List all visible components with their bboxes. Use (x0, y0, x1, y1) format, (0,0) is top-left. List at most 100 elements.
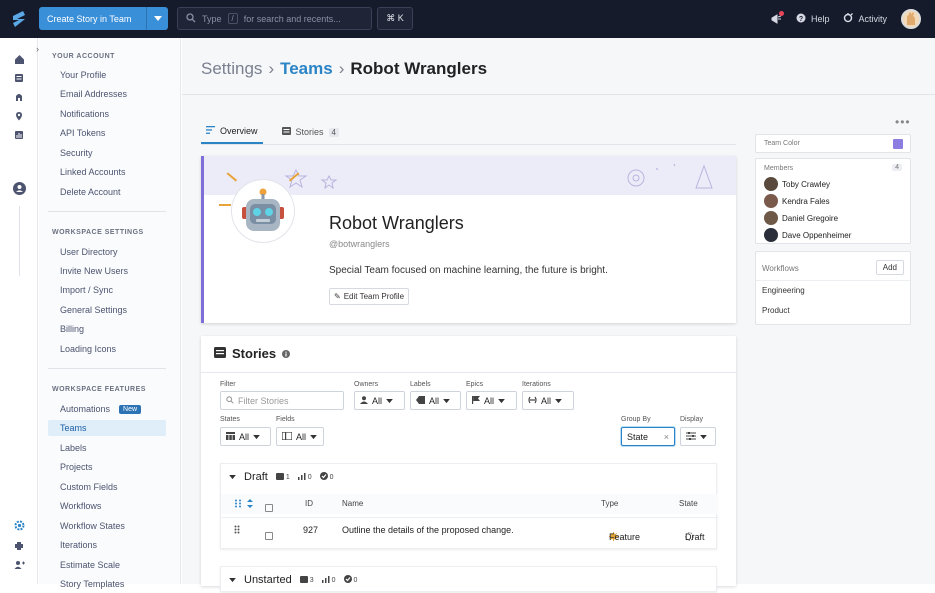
epics-icon[interactable] (13, 91, 25, 103)
owners-dropdown[interactable]: All (354, 391, 405, 410)
sidebar-item-custom-fields[interactable]: Custom Fields (48, 479, 166, 495)
story-count: 1 (275, 472, 290, 482)
help-button[interactable]: ? Help (796, 13, 829, 25)
reports-icon[interactable] (13, 129, 25, 141)
shortcut-logo-icon[interactable] (8, 8, 30, 30)
user-avatar[interactable] (901, 9, 921, 29)
invite-user-icon[interactable] (13, 559, 25, 571)
chevron-down-icon (700, 432, 707, 442)
icon-rail (0, 38, 38, 584)
tag-icon (416, 395, 425, 406)
clear-icon[interactable]: × (664, 432, 669, 442)
info-icon[interactable] (282, 346, 291, 361)
team-color-swatch[interactable] (893, 139, 903, 149)
stories-panel: Stories Filter Filter Stories Owners All… (201, 336, 736, 592)
filter-stories-input[interactable]: Filter Stories (220, 391, 344, 410)
breadcrumb-teams[interactable]: Teams (280, 59, 333, 79)
labels-value: All (429, 395, 440, 406)
member-item[interactable]: Daniel Gregoire (764, 211, 838, 225)
sidebar-item-delete-account[interactable]: Delete Account (48, 184, 166, 200)
iterations-value: All (541, 395, 552, 406)
member-item[interactable]: Toby Crawley (764, 177, 830, 191)
team-name: Robot Wranglers (329, 213, 464, 233)
breadcrumb-settings[interactable]: Settings (201, 59, 262, 79)
chevron-down-icon[interactable] (229, 471, 236, 483)
drag-handle-icon[interactable] (234, 525, 240, 536)
create-story-button[interactable]: Create Story in Team (39, 7, 168, 30)
sidebar-item-security[interactable]: Security (48, 145, 166, 161)
sidebar-item-invite-new-users[interactable]: Invite New Users (48, 263, 166, 279)
sidebar-item-linked-accounts[interactable]: Linked Accounts (48, 164, 166, 180)
command-shortcut-button[interactable]: ⌘ K (377, 7, 413, 30)
story-name[interactable]: Outline the details of the proposed chan… (342, 525, 514, 535)
display-options-button[interactable] (680, 427, 716, 446)
sidebar-item-billing[interactable]: Billing (48, 321, 166, 337)
workflows-box: Workflows Add Engineering Product (755, 251, 911, 325)
sidebar-item-notifications[interactable]: Notifications (48, 106, 166, 122)
add-workflow-button[interactable]: Add (875, 260, 904, 275)
sidebar-item-email-addresses[interactable]: Email Addresses (48, 86, 166, 102)
tab-overview[interactable]: Overview (201, 120, 263, 144)
epics-value: All (484, 395, 495, 406)
teams-icon[interactable] (12, 181, 26, 195)
search-icon (186, 12, 196, 25)
chevron-down-icon[interactable] (229, 574, 236, 586)
states-icon (226, 431, 235, 442)
chevron-down-icon[interactable] (146, 7, 168, 30)
column-name[interactable]: Name (342, 499, 363, 508)
sidebar-item-story-templates[interactable]: Story Templates (48, 576, 166, 592)
sidebar-item-iterations[interactable]: Iterations (48, 537, 166, 553)
chevron-down-icon (555, 396, 562, 406)
search-input[interactable]: Type / for search and recents... (177, 7, 372, 30)
epics-dropdown[interactable]: All (466, 391, 517, 410)
sidebar-item-workflows[interactable]: Workflows (48, 498, 166, 514)
stories-icon[interactable] (13, 72, 25, 84)
states-dropdown[interactable]: All (220, 427, 271, 446)
labels-dropdown[interactable]: All (410, 391, 461, 410)
more-options-icon[interactable]: ••• (895, 115, 911, 129)
workflow-engineering[interactable]: Engineering (762, 286, 805, 295)
iterations-dropdown[interactable]: All (522, 391, 574, 410)
sidebar-item-loading-icons[interactable]: Loading Icons (48, 341, 166, 357)
group-header[interactable]: Unstarted 3 0 0 (229, 567, 357, 593)
drag-grid-icon[interactable] (234, 499, 242, 510)
workflow-product[interactable]: Product (762, 306, 790, 315)
stories-icon (214, 346, 226, 361)
tab-stories[interactable]: Stories 4 (277, 120, 344, 144)
sidebar-item-import-sync[interactable]: Import / Sync (48, 282, 166, 298)
sidebar-item-general-settings[interactable]: General Settings (48, 302, 166, 318)
team-handle: @botwranglers (329, 239, 390, 249)
sidebar-item-workflow-states[interactable]: Workflow States (48, 518, 166, 534)
roadmap-icon[interactable] (13, 110, 25, 122)
column-state[interactable]: State (679, 499, 698, 508)
sidebar-item-api-tokens[interactable]: API Tokens (48, 125, 166, 141)
sidebar-item-user-directory[interactable]: User Directory (48, 244, 166, 260)
sidebar-item-estimate-scale[interactable]: Estimate Scale (48, 557, 166, 573)
sidebar-item-your-profile[interactable]: Your Profile (48, 67, 166, 83)
sidebar-item-teams[interactable]: Teams (48, 420, 166, 436)
workflows-label: Workflows (762, 264, 799, 273)
member-item[interactable]: Dave Oppenheimer (764, 228, 851, 242)
sidebar-item-labels[interactable]: Labels (48, 440, 166, 456)
edit-team-profile-button[interactable]: ✎ Edit Team Profile (329, 288, 410, 305)
activity-button[interactable]: Activity (843, 13, 887, 25)
filter-placeholder: Filter Stories (238, 395, 289, 406)
column-id[interactable]: ID (305, 499, 313, 508)
column-type[interactable]: Type (601, 499, 618, 508)
home-icon[interactable] (13, 53, 25, 65)
settings-gear-icon[interactable] (13, 519, 25, 531)
table-row[interactable]: 927 Outline the details of the proposed … (221, 517, 718, 542)
group-header[interactable]: Draft 1 0 0 (229, 464, 334, 490)
integrations-icon[interactable] (13, 540, 25, 552)
done-count: 0 (319, 472, 334, 482)
sidebar-item-projects[interactable]: Projects (48, 459, 166, 475)
announcements-icon[interactable] (771, 11, 784, 24)
fields-dropdown[interactable]: All (276, 427, 324, 446)
notification-dot (778, 11, 784, 16)
sidebar-item-automations[interactable]: Automations New (48, 401, 166, 417)
sort-icon[interactable] (247, 499, 253, 510)
team-avatar[interactable] (232, 180, 294, 242)
member-item[interactable]: Kendra Fales (764, 194, 830, 208)
breadcrumb-chevron-icon: › (338, 59, 345, 78)
group-by-select[interactable]: State × (621, 427, 675, 446)
